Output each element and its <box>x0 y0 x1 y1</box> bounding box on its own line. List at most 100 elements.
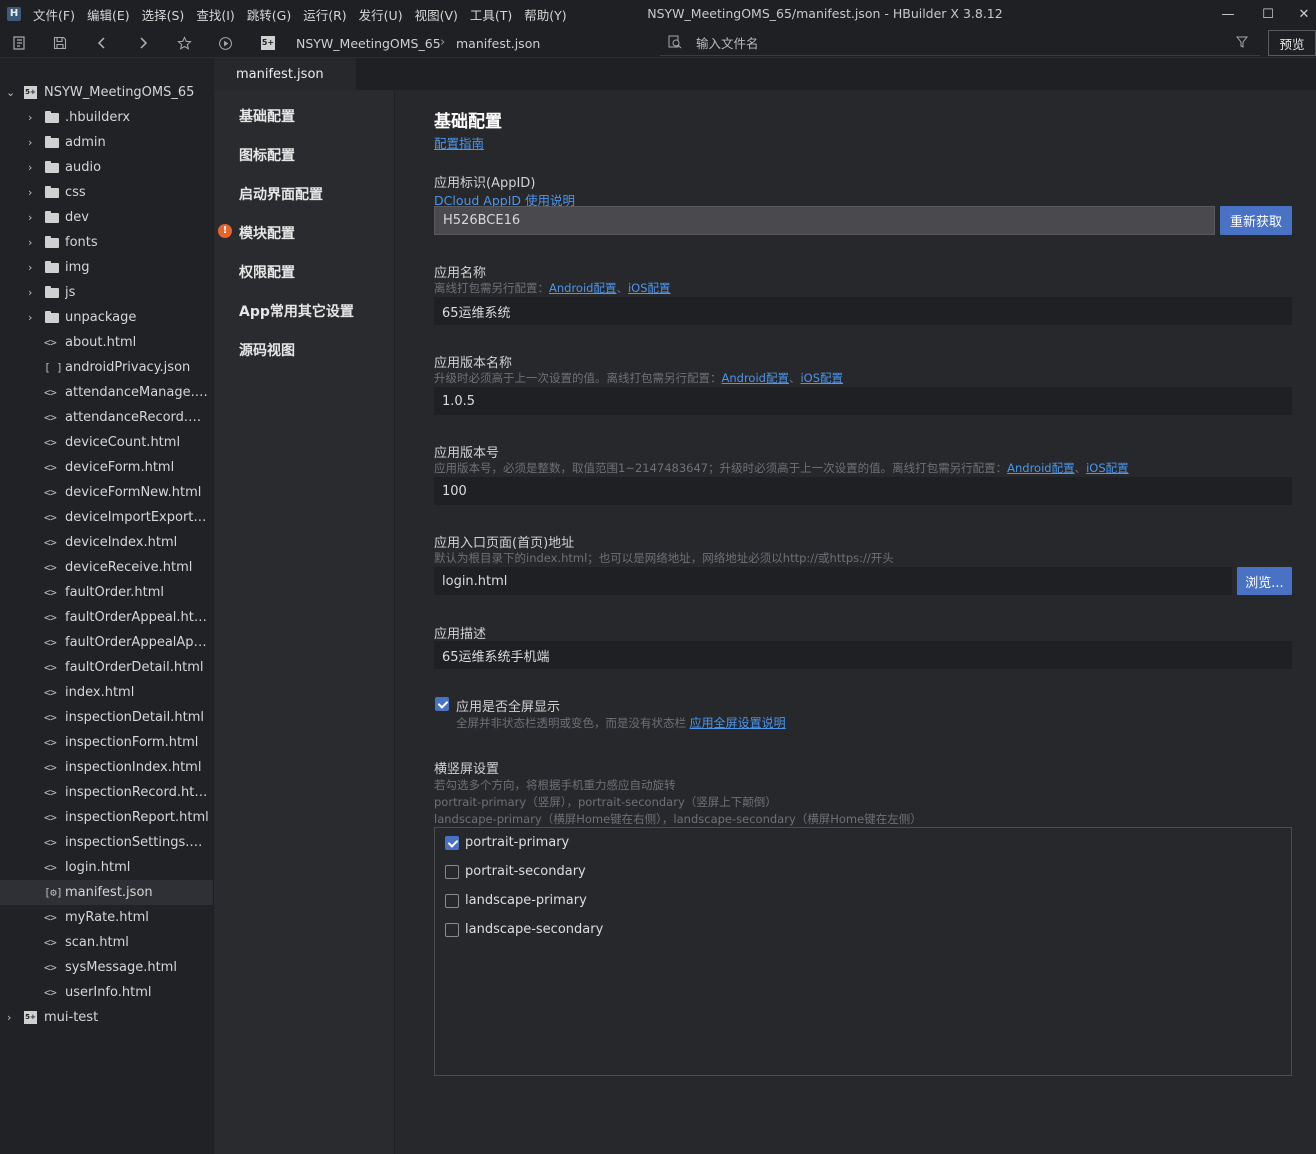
fullscreen-help-link[interactable]: 应用全屏设置说明 <box>690 716 786 730</box>
tree-file[interactable]: <> about.html <box>0 330 213 355</box>
tree-file[interactable]: <> faultOrderAppealAppl... <box>0 630 213 655</box>
folder-icon <box>45 235 59 248</box>
tree-file[interactable]: <> index.html <box>0 680 213 705</box>
menu-edit[interactable]: 编辑(E) <box>87 5 130 24</box>
tree-folder[interactable]: › fonts <box>0 230 213 255</box>
entry-page-field[interactable]: login.html <box>434 567 1232 595</box>
tree-file[interactable]: <> userInfo.html <box>0 980 213 1005</box>
config-guide-link[interactable]: 配置指南 <box>434 133 484 152</box>
tree-folder[interactable]: › admin <box>0 130 213 155</box>
android-config-link[interactable]: Android配置 <box>722 371 789 385</box>
hint-text: 全屏并非状态栏透明或变色，而是没有状态栏 <box>456 716 686 730</box>
nav-module-config[interactable]: 模块配置 <box>239 223 295 243</box>
tab-manifest-json[interactable]: manifest.json <box>214 58 356 90</box>
tree-folder[interactable]: › img <box>0 255 213 280</box>
menu-file[interactable]: 文件(F) <box>33 5 75 24</box>
nav-other-settings[interactable]: App常用其它设置 <box>239 301 354 321</box>
tree-file[interactable]: <> deviceCount.html <box>0 430 213 455</box>
project-tree: ⌄ 5+ NSYW_MeetingOMS_65 › .hbuilderx › admi… <box>0 58 213 1154</box>
favorite-icon[interactable] <box>175 34 193 52</box>
menu-help[interactable]: 帮助(Y) <box>524 5 566 24</box>
description-field[interactable]: 65运维系统手机端 <box>434 641 1292 669</box>
manifest-form: 基础配置 配置指南 应用标识(AppID) DCloud AppID 使用说明 … <box>395 90 1316 1154</box>
tree-file[interactable]: <> deviceForm.html <box>0 455 213 480</box>
tree-folder[interactable]: › audio <box>0 155 213 180</box>
nav-icon-config[interactable]: 图标配置 <box>239 145 295 165</box>
tree-file[interactable]: <> login.html <box>0 855 213 880</box>
tree-file[interactable]: <> myRate.html <box>0 905 213 930</box>
tree-project-root[interactable]: ⌄ 5+ NSYW_MeetingOMS_65 <box>0 80 213 105</box>
breadcrumb-file[interactable]: manifest.json <box>456 36 540 51</box>
landscape-secondary-checkbox[interactable] <box>445 923 459 937</box>
ios-config-link[interactable]: iOS配置 <box>1086 461 1129 475</box>
refresh-appid-button[interactable]: 重新获取 <box>1220 206 1292 235</box>
forward-icon[interactable] <box>134 34 152 52</box>
menu-select[interactable]: 选择(S) <box>142 5 185 24</box>
menu-tools[interactable]: 工具(T) <box>470 5 512 24</box>
portrait-primary-checkbox[interactable] <box>445 836 459 850</box>
menu-view[interactable]: 视图(V) <box>415 5 458 24</box>
save-icon[interactable] <box>51 34 69 52</box>
tree-file[interactable]: <> deviceImportExport.ht... <box>0 505 213 530</box>
tree-label: unpackage <box>65 310 137 325</box>
preview-button[interactable]: 预览 <box>1268 30 1316 56</box>
filter-icon[interactable] <box>1235 36 1249 51</box>
tree-file[interactable]: <> attendanceManage.html <box>0 380 213 405</box>
landscape-primary-checkbox[interactable] <box>445 894 459 908</box>
nav-permission-config[interactable]: 权限配置 <box>239 262 295 282</box>
fullscreen-checkbox[interactable] <box>435 697 449 711</box>
tree-label: NSYW_MeetingOMS_65 <box>44 85 195 100</box>
browse-button[interactable]: 浏览... <box>1237 567 1292 595</box>
close-button[interactable]: ✕ <box>1284 0 1316 28</box>
nav-basic-config[interactable]: 基础配置 <box>239 106 295 126</box>
menu-publish[interactable]: 发行(U) <box>359 5 403 24</box>
tree-file[interactable]: <> attendanceRecord.html <box>0 405 213 430</box>
tree-file[interactable]: <> sysMessage.html <box>0 955 213 980</box>
tree-folder[interactable]: › unpackage <box>0 305 213 330</box>
menu-goto[interactable]: 跳转(G) <box>247 5 291 24</box>
tree-file[interactable]: [ ] androidPrivacy.json <box>0 355 213 380</box>
android-config-link[interactable]: Android配置 <box>1007 461 1074 475</box>
menu-find[interactable]: 查找(I) <box>196 5 234 24</box>
tree-file[interactable]: <> faultOrder.html <box>0 580 213 605</box>
appid-field[interactable]: H526BCE16 <box>434 206 1215 235</box>
tree-folder[interactable]: › css <box>0 180 213 205</box>
minimize-button[interactable]: — <box>1208 0 1248 28</box>
nav-splash-config[interactable]: 启动界面配置 <box>239 184 323 204</box>
tree-file[interactable]: <> deviceReceive.html <box>0 555 213 580</box>
version-name-field[interactable]: 1.0.5 <box>434 387 1292 415</box>
tree-file[interactable]: <> scan.html <box>0 930 213 955</box>
breadcrumb-project[interactable]: NSYW_MeetingOMS_65 <box>296 36 441 51</box>
outline-icon[interactable] <box>10 34 28 52</box>
menu-run[interactable]: 运行(R) <box>303 5 346 24</box>
app-name-field[interactable]: 65运维系统 <box>434 297 1292 325</box>
tree-file[interactable]: <> inspectionRecord.html <box>0 780 213 805</box>
tree-folder[interactable]: › .hbuilderx <box>0 105 213 130</box>
ios-config-link[interactable]: iOS配置 <box>800 371 843 385</box>
tree-file[interactable]: [⚙] manifest.json <box>0 880 213 905</box>
tree-file[interactable]: <> faultOrderAppeal.html <box>0 605 213 630</box>
file-type-icon: <> <box>44 861 57 874</box>
tree-file[interactable]: <> inspectionReport.html <box>0 805 213 830</box>
tree-file[interactable]: <> inspectionForm.html <box>0 730 213 755</box>
folder-icon <box>45 185 59 198</box>
tree-file[interactable]: <> inspectionSettings.html <box>0 830 213 855</box>
tree-folder[interactable]: › js <box>0 280 213 305</box>
separator: 、 <box>788 371 801 385</box>
version-code-field[interactable]: 100 <box>434 477 1292 505</box>
run-icon[interactable] <box>216 34 234 52</box>
android-config-link[interactable]: Android配置 <box>549 281 616 295</box>
back-icon[interactable] <box>93 34 111 52</box>
tree-file[interactable]: <> faultOrderDetail.html <box>0 655 213 680</box>
tree-project-mui-test[interactable]: › 5+ mui-test <box>0 1005 213 1030</box>
tree-folder[interactable]: › dev <box>0 205 213 230</box>
maximize-button[interactable]: ☐ <box>1248 0 1288 28</box>
portrait-secondary-checkbox[interactable] <box>445 865 459 879</box>
nav-source-view[interactable]: 源码视图 <box>239 340 295 360</box>
search-input[interactable] <box>696 35 1216 51</box>
tree-file[interactable]: <> deviceFormNew.html <box>0 480 213 505</box>
ios-config-link[interactable]: iOS配置 <box>628 281 671 295</box>
tree-file[interactable]: <> deviceIndex.html <box>0 530 213 555</box>
tree-file[interactable]: <> inspectionIndex.html <box>0 755 213 780</box>
tree-file[interactable]: <> inspectionDetail.html <box>0 705 213 730</box>
